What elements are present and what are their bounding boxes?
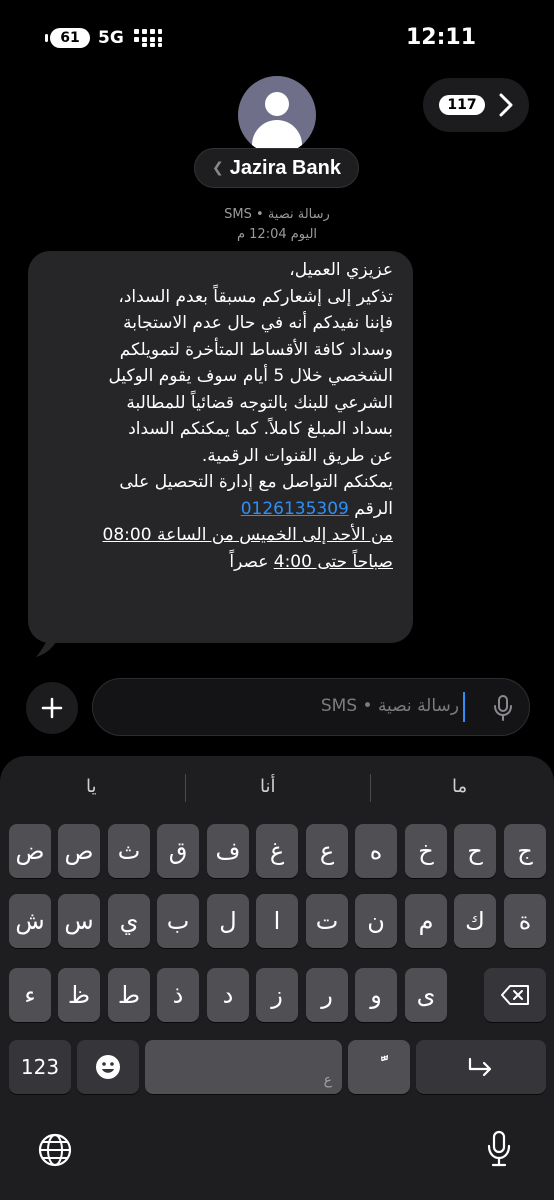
contact-name-button[interactable]: ❮ Jazira Bank xyxy=(194,148,359,188)
space-key[interactable]: ع xyxy=(145,1040,342,1094)
battery-indicator: 61 xyxy=(45,28,90,48)
message-line: وسداد كافة الأقساط المتأخرة لتمويلكم xyxy=(119,339,393,360)
key[interactable]: و xyxy=(355,968,397,1022)
unread-forward-button[interactable]: 117 xyxy=(423,78,529,132)
tanween-key[interactable]: ًّ xyxy=(348,1040,410,1094)
key[interactable]: ت xyxy=(306,894,348,948)
hours-time-link[interactable]: 08:00 xyxy=(103,525,152,545)
key[interactable]: ن xyxy=(355,894,397,948)
message-line: يمكنكم التواصل مع إدارة التحصيل على xyxy=(119,472,393,492)
key[interactable]: م xyxy=(405,894,447,948)
return-key[interactable] xyxy=(416,1040,546,1094)
globe-icon[interactable] xyxy=(37,1132,73,1168)
key[interactable]: ش xyxy=(9,894,51,948)
message-timestamp: اليوم 12:04 م xyxy=(236,227,318,242)
message-line-phone: الرقم 0126135309 xyxy=(42,496,393,523)
suggestion-item[interactable]: ما xyxy=(452,776,467,797)
keyboard: ما أنا يا ج ح خ ه ع غ ف ق ث ص ض ة ك م ن … xyxy=(0,756,554,1200)
message-input-placeholder: رسالة نصية • SMS xyxy=(320,696,459,716)
backspace-icon xyxy=(501,985,529,1005)
message-input[interactable]: رسالة نصية • SMS xyxy=(92,678,530,736)
message-line-hours-1: من الأحد إلى الخميس من الساعة 08:00 xyxy=(42,522,393,549)
key[interactable]: ء xyxy=(9,968,51,1022)
message-line: عزيزي العميل، xyxy=(289,260,393,280)
divider xyxy=(370,774,371,802)
key[interactable]: خ xyxy=(405,824,447,878)
key[interactable]: ع xyxy=(306,824,348,878)
plus-icon xyxy=(41,697,63,719)
status-time: 12:11 xyxy=(405,25,476,50)
return-icon xyxy=(468,1057,492,1077)
key[interactable]: ه xyxy=(355,824,397,878)
key[interactable]: ظ xyxy=(58,968,100,1022)
key[interactable]: ة xyxy=(504,894,546,948)
key[interactable]: ز xyxy=(256,968,298,1022)
text-caret xyxy=(463,692,465,722)
key[interactable]: ر xyxy=(306,968,348,1022)
unread-count-badge: 117 xyxy=(439,95,485,115)
key[interactable]: غ xyxy=(256,824,298,878)
message-line: تذكير إلى إشعاركم مسبقاً بعدم السداد، xyxy=(118,286,393,307)
key[interactable]: ث xyxy=(108,824,150,878)
suggestion-item[interactable]: أنا xyxy=(260,776,276,797)
message-line: الشرعي للبنك بالتوجه قضائياً للمطالبة xyxy=(126,392,393,413)
key[interactable]: ل xyxy=(207,894,249,948)
suggestion-item[interactable]: يا xyxy=(86,776,97,797)
message-type-label: رسالة نصية • SMS xyxy=(224,207,330,222)
network-type: 5G xyxy=(98,28,124,48)
hours-text: عصراً xyxy=(229,551,274,572)
key[interactable]: ف xyxy=(207,824,249,878)
key[interactable]: ص xyxy=(58,824,100,878)
key[interactable]: د xyxy=(207,968,249,1022)
key[interactable]: ي xyxy=(108,894,150,948)
key[interactable]: ق xyxy=(157,824,199,878)
message-line-hours-2: صباحاً حتى 4:00 عصراً xyxy=(42,549,393,576)
phone-link[interactable]: 0126135309 xyxy=(241,499,349,519)
key[interactable]: ض xyxy=(9,824,51,878)
incoming-message-bubble[interactable]: عزيزي العميل، تذكير إلى إشعاركم مسبقاً ب… xyxy=(28,251,413,643)
contact-name: Jazira Bank xyxy=(229,156,341,179)
chevron-left-icon: ❮ xyxy=(212,160,224,176)
hours-time-link[interactable]: 4:00 xyxy=(274,552,312,572)
key[interactable]: ى xyxy=(405,968,447,1022)
hours-text: من الأحد إلى الخميس من الساعة xyxy=(151,525,393,545)
key[interactable]: س xyxy=(58,894,100,948)
dictation-microphone-icon[interactable] xyxy=(486,1130,512,1168)
add-attachment-button[interactable] xyxy=(26,682,78,734)
numbers-key[interactable]: 123 xyxy=(9,1040,71,1094)
message-line: الشخصي خلال 5 أيام سوف يقوم الوكيل xyxy=(108,366,393,386)
key[interactable]: ح xyxy=(454,824,496,878)
microphone-icon[interactable] xyxy=(493,695,513,721)
emoji-key[interactable] xyxy=(77,1040,139,1094)
signal-icon xyxy=(134,29,162,47)
key[interactable]: ك xyxy=(454,894,496,948)
chevron-right-icon xyxy=(499,93,513,117)
emoji-icon xyxy=(96,1055,120,1079)
key[interactable]: ط xyxy=(108,968,150,1022)
key[interactable]: ذ xyxy=(157,968,199,1022)
message-line: عن طريق القنوات الرقمية. xyxy=(201,445,393,466)
key[interactable]: ا xyxy=(256,894,298,948)
phone-prefix: الرقم xyxy=(354,498,393,519)
space-key-hint: ع xyxy=(323,1072,332,1088)
suggestion-bar: ما أنا يا xyxy=(0,756,554,820)
backspace-key[interactable] xyxy=(484,968,546,1022)
hours-text: صباحاً حتى xyxy=(311,551,393,572)
status-bar: 61 5G 12:11 xyxy=(0,0,554,72)
key[interactable]: ب xyxy=(157,894,199,948)
key[interactable]: ج xyxy=(504,824,546,878)
message-line: فإننا نفيدكم أنه في حال عدم الاستجابة xyxy=(123,313,393,333)
message-line: بسداد المبلغ كاملاً. كما يمكنكم السداد xyxy=(128,419,393,439)
contact-avatar[interactable] xyxy=(238,76,316,154)
divider xyxy=(185,774,186,802)
